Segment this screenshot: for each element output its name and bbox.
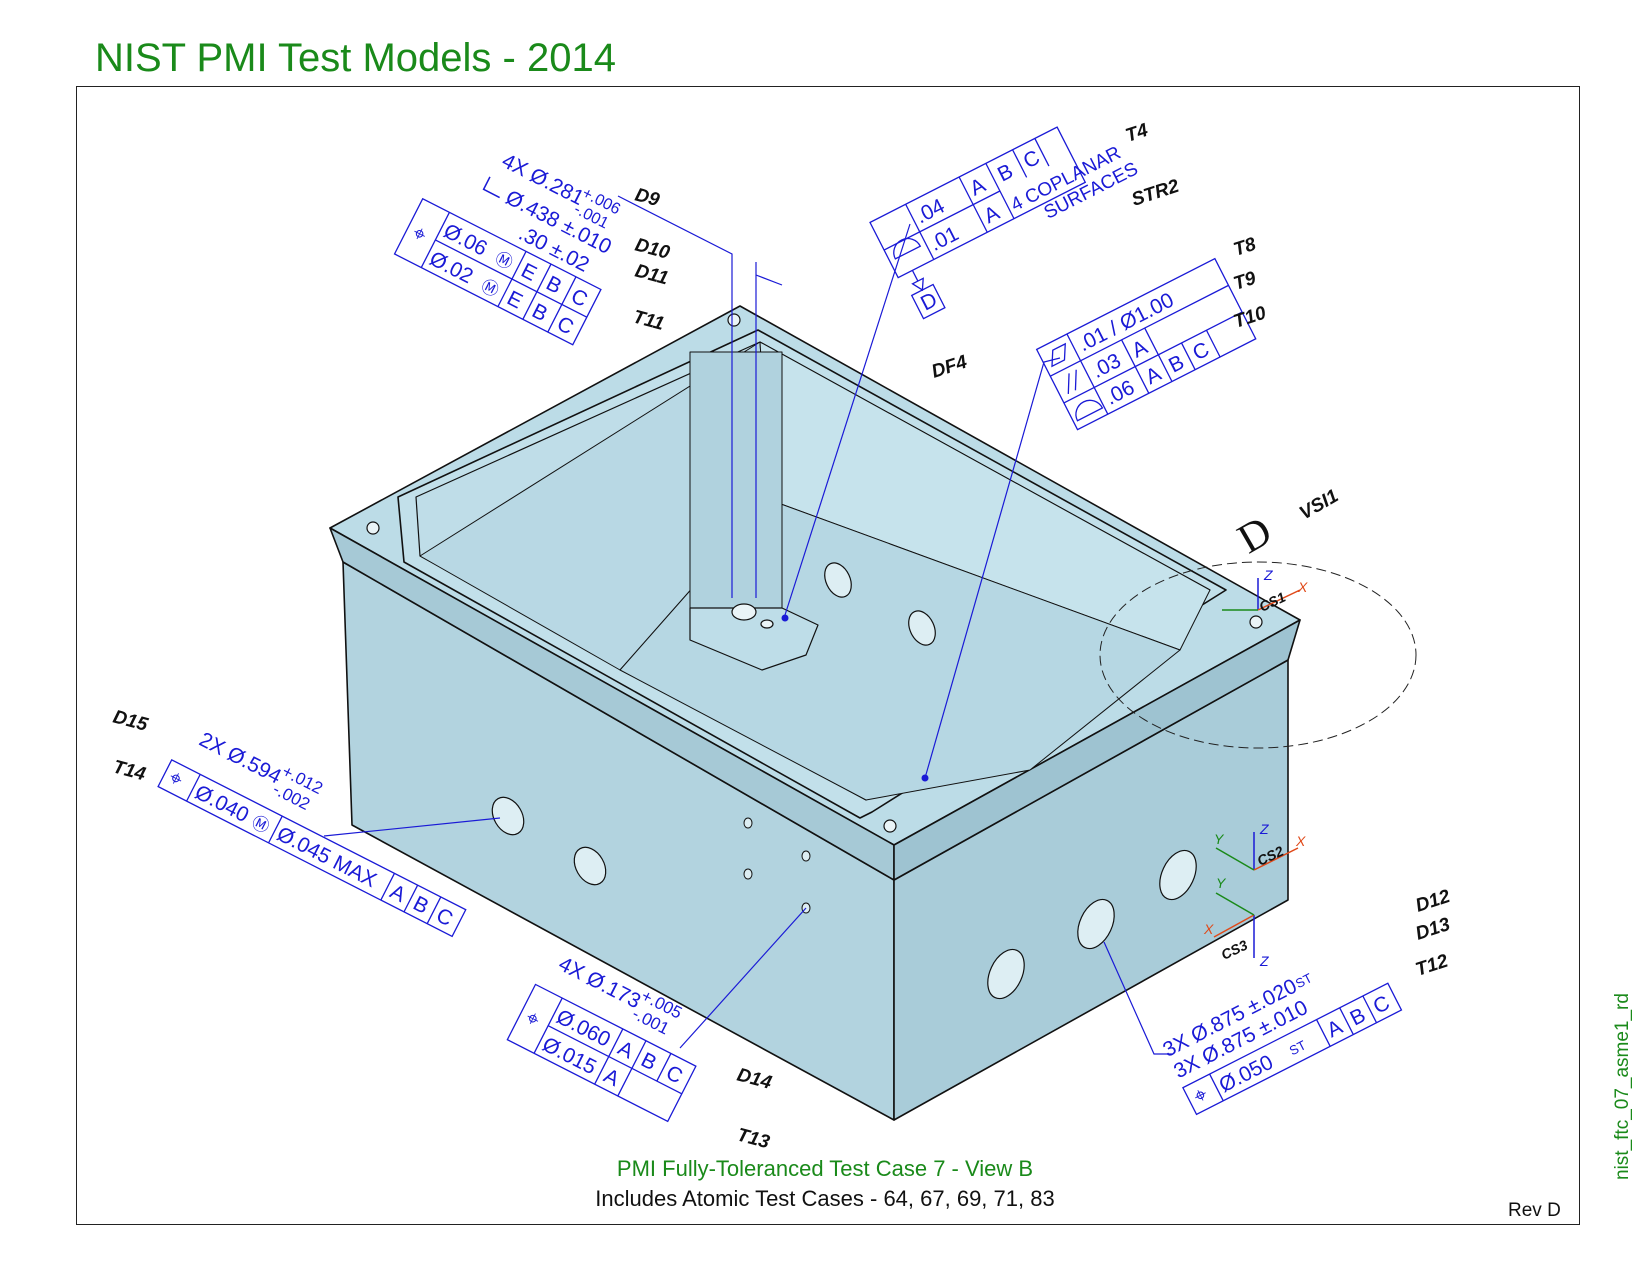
callout-large-holes: 3X Ø.875 ±.020 ST 3X Ø.875 ±.010 ⌖ Ø.050… bbox=[1159, 970, 1403, 1116]
small-hole bbox=[743, 868, 753, 880]
revision-label: Rev D bbox=[1508, 1200, 1561, 1221]
label-d9: D9 bbox=[633, 185, 662, 212]
label-d15: D15 bbox=[111, 707, 151, 736]
fcf1-mod: Ⓜ bbox=[492, 249, 516, 274]
cs3-z-label: Z bbox=[1259, 953, 1269, 969]
label-d11: D11 bbox=[633, 261, 671, 290]
large-hole-datum-c: C bbox=[1370, 991, 1394, 1018]
large-hole-st-2: ST bbox=[1287, 1037, 1309, 1058]
datum-target-letter: D bbox=[1230, 508, 1279, 563]
caption-subtitle: Includes Atomic Test Cases - 64, 67, 69,… bbox=[595, 1186, 1055, 1211]
profile-datum-c: C bbox=[1189, 338, 1213, 365]
cs1-z-label: Z bbox=[1263, 567, 1273, 583]
label-t4: T4 bbox=[1123, 120, 1151, 147]
label-t14: T14 bbox=[111, 757, 148, 786]
position-symbol: ⌖ bbox=[409, 220, 431, 248]
small-hole bbox=[743, 817, 753, 829]
label-d12: D12 bbox=[1413, 886, 1453, 917]
file-name-label: nist_ftc_07_asme1_rd bbox=[1612, 993, 1633, 1180]
boss-hole bbox=[760, 619, 774, 629]
label-df4: DF4 bbox=[929, 352, 970, 383]
caption-title: PMI Fully-Toleranced Test Case 7 - View … bbox=[616, 1156, 1034, 1181]
position-symbol: ⌖ bbox=[165, 764, 187, 792]
cs3-x-label: X bbox=[1203, 921, 1214, 937]
cs3-name: CS3 bbox=[1219, 937, 1251, 963]
small-hole-datum-c: C bbox=[662, 1061, 686, 1088]
fcf1-datum-c: C bbox=[567, 284, 591, 311]
flange-hole bbox=[1249, 615, 1263, 629]
side-hole-tol-value: Ø.040 bbox=[191, 781, 252, 827]
leader-dot bbox=[781, 614, 789, 622]
side-hole-size: 2X Ø.594 bbox=[196, 728, 286, 789]
profile-value-2: .01 bbox=[926, 222, 962, 256]
callout-counterbore: 4X Ø.281 +.006 -.001 Ø.438 ±.010 .30 ±.0… bbox=[393, 149, 623, 346]
label-d13: D13 bbox=[1413, 914, 1453, 945]
flange-hole bbox=[366, 521, 380, 535]
fcf2-mod: Ⓜ bbox=[478, 276, 502, 301]
label-t9: T9 bbox=[1231, 268, 1259, 295]
label-d14: D14 bbox=[735, 1065, 775, 1094]
label-t12: T12 bbox=[1413, 951, 1451, 981]
drawing-canvas: D Z X CS1 Z X Y CS2 Z X Y CS3 4X Ø.281 +… bbox=[111, 120, 1453, 1154]
inner-boss-wall bbox=[689, 351, 783, 609]
label-t10: T10 bbox=[1231, 303, 1269, 333]
cs1-x-label: X bbox=[1297, 579, 1308, 595]
profile-datum-b: B bbox=[994, 160, 1017, 187]
flange-hole bbox=[883, 819, 897, 833]
flange-hole bbox=[727, 313, 741, 327]
position-symbol: ⌖ bbox=[1189, 1081, 1211, 1109]
label-t11: T11 bbox=[631, 307, 667, 335]
part-model bbox=[329, 305, 1301, 1121]
cs2-x-label: X bbox=[1295, 833, 1306, 849]
side-hole-mod: Ⓜ bbox=[249, 812, 273, 837]
side-hole-datum-c: C bbox=[433, 904, 457, 931]
boss-hole bbox=[731, 603, 757, 621]
leader-dot bbox=[921, 774, 929, 782]
callout-flatness: .01 / Ø1.00 .03 A .06 A B C bbox=[1035, 257, 1257, 431]
fcf2-datum-c: C bbox=[553, 312, 577, 339]
label-vsi1: VSI1 bbox=[1296, 486, 1342, 525]
label-str2: STR2 bbox=[1129, 176, 1182, 211]
label-t13: T13 bbox=[735, 1125, 772, 1154]
profile-value-1: .04 bbox=[912, 194, 949, 228]
cs2-z-label: Z bbox=[1259, 821, 1269, 837]
label-t8: T8 bbox=[1231, 234, 1259, 261]
label-d10: D10 bbox=[633, 235, 673, 264]
position-symbol: ⌖ bbox=[522, 1005, 544, 1033]
small-hole bbox=[801, 850, 811, 862]
callout-profile: .04 A B C .01 A 4 COPLANAR SURFACES D bbox=[869, 126, 1142, 320]
